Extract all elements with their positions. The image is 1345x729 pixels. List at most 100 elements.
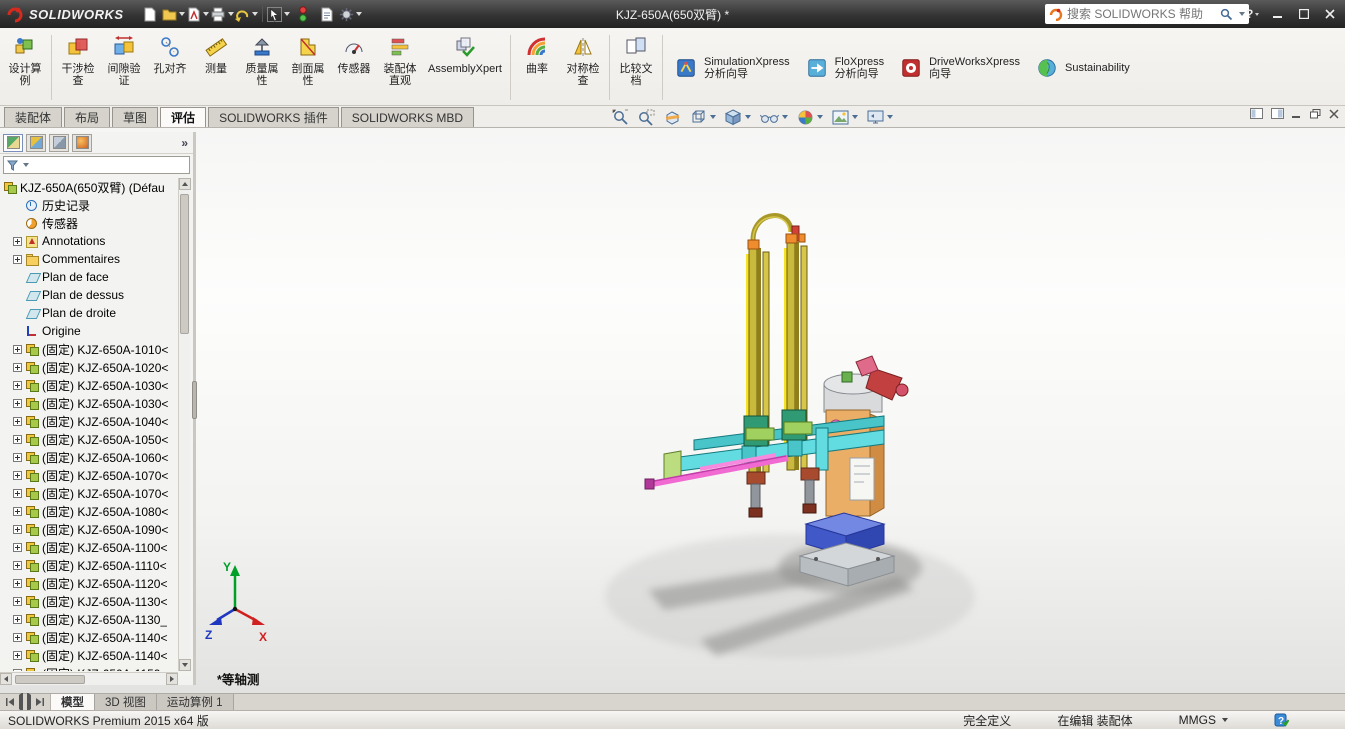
edit-appearance-button[interactable]: [797, 109, 823, 126]
tab-solidworks-addins[interactable]: SOLIDWORKS 插件: [208, 107, 339, 127]
doc-restore-button[interactable]: [1310, 109, 1321, 119]
apply-scene-button[interactable]: [832, 110, 858, 125]
tree-item-history[interactable]: 历史记录: [0, 196, 179, 214]
tree-item-plane-right[interactable]: Plan de droite: [0, 304, 179, 322]
graphics-viewport[interactable]: [0, 128, 1345, 693]
expander-icon[interactable]: [13, 579, 22, 588]
scroll-thumb[interactable]: [180, 194, 189, 334]
expander-icon[interactable]: [13, 381, 22, 390]
tree-item-commentaires[interactable]: Commentaires: [0, 250, 179, 268]
tree-item-component[interactable]: (固定) KJZ-650A-1030<: [0, 376, 179, 394]
expander-icon[interactable]: [13, 417, 22, 426]
ribbon-button-curvature[interactable]: 曲率: [514, 30, 560, 105]
tree-vertical-scrollbar[interactable]: [178, 178, 190, 671]
tree-item-plane-front[interactable]: Plan de face: [0, 268, 179, 286]
tree-item-component[interactable]: (固定) KJZ-650A-1070<: [0, 466, 179, 484]
pane-right-button[interactable]: [1271, 108, 1284, 119]
ribbon-button-clearance-verification[interactable]: 间隙验 证: [101, 30, 147, 105]
help-button[interactable]: ?: [1239, 3, 1265, 25]
doc-close-button[interactable]: [1329, 109, 1339, 119]
tree-root-assembly[interactable]: KJZ-650A(650双臂) (Défau: [0, 178, 179, 196]
help-search-box[interactable]: [1045, 4, 1249, 24]
tree-item-component[interactable]: (固定) KJZ-650A-1030<: [0, 394, 179, 412]
display-style-button[interactable]: [725, 109, 751, 126]
file-properties-button[interactable]: [315, 3, 339, 25]
tab-layout[interactable]: 布局: [64, 107, 110, 127]
zoom-to-area-button[interactable]: [638, 109, 655, 126]
new-document-button[interactable]: [138, 3, 162, 25]
tab-sketch[interactable]: 草图: [112, 107, 158, 127]
tree-item-annotations[interactable]: Annotations: [0, 232, 179, 250]
featuremanager-tree-tab[interactable]: [3, 134, 23, 152]
view-orientation-button[interactable]: [690, 109, 716, 126]
search-input[interactable]: [1067, 7, 1216, 21]
section-view-button[interactable]: [664, 109, 681, 126]
tree-filter-field[interactable]: [3, 156, 190, 174]
open-document-button[interactable]: [162, 3, 186, 25]
tree-item-component[interactable]: (固定) KJZ-650A-1130_: [0, 610, 179, 628]
panel-splitter-handle[interactable]: [192, 381, 197, 419]
ribbon-button-design-study[interactable]: 设计算 例: [2, 30, 48, 105]
tab-assembly[interactable]: 装配体: [4, 107, 62, 127]
expander-icon[interactable]: [13, 633, 22, 642]
undo-button[interactable]: [234, 3, 258, 25]
last-tab-button[interactable]: [35, 698, 44, 706]
tree-item-component[interactable]: (固定) KJZ-650A-1100<: [0, 538, 179, 556]
expander-icon[interactable]: [13, 543, 22, 552]
expander-icon[interactable]: [13, 453, 22, 462]
ribbon-button-hole-alignment[interactable]: 孔对齐: [147, 30, 193, 105]
options-button[interactable]: [339, 3, 363, 25]
ribbon-button-sustainability[interactable]: Sustainability: [1027, 30, 1137, 105]
tree-item-component[interactable]: (固定) KJZ-650A-1060<: [0, 448, 179, 466]
tree-item-plane-top[interactable]: Plan de dessus: [0, 286, 179, 304]
close-button[interactable]: [1317, 3, 1343, 25]
maximize-button[interactable]: [1291, 3, 1317, 25]
scroll-up-button[interactable]: [179, 178, 191, 190]
zoom-fit-button[interactable]: [612, 109, 629, 126]
expander-icon[interactable]: [13, 525, 22, 534]
next-tab-button[interactable]: [27, 695, 31, 709]
tab-evaluate[interactable]: 评估: [160, 107, 206, 127]
ribbon-button-measure[interactable]: 测量: [193, 30, 239, 105]
expander-icon[interactable]: [13, 363, 22, 372]
tab-model[interactable]: 模型: [51, 694, 95, 710]
expander-icon[interactable]: [13, 255, 22, 264]
select-tool-button[interactable]: [267, 3, 291, 25]
tab-3d-views[interactable]: 3D 视图: [95, 694, 157, 710]
expander-icon[interactable]: [13, 669, 22, 672]
units-selector[interactable]: MMGS: [1179, 713, 1228, 727]
expander-icon[interactable]: [13, 237, 22, 246]
tree-item-component[interactable]: (固定) KJZ-650A-1090<: [0, 520, 179, 538]
expander-icon[interactable]: [13, 435, 22, 444]
ribbon-button-sensor[interactable]: 传感器: [331, 30, 377, 105]
propertymanager-tab[interactable]: [26, 134, 46, 152]
ribbon-button-compare-documents[interactable]: 比较文 档: [613, 30, 659, 105]
tree-item-component[interactable]: (固定) KJZ-650A-1010<: [0, 340, 179, 358]
pane-left-button[interactable]: [1250, 108, 1263, 119]
expander-icon[interactable]: [13, 345, 22, 354]
tree-item-component[interactable]: (固定) KJZ-650A-1110<: [0, 556, 179, 574]
expander-icon[interactable]: [13, 561, 22, 570]
expander-icon[interactable]: [13, 651, 22, 660]
tree-item-component[interactable]: (固定) KJZ-650A-1120<: [0, 574, 179, 592]
doc-minimize-button[interactable]: [1292, 109, 1302, 119]
tree-horizontal-scrollbar[interactable]: [0, 672, 178, 685]
tree-item-component[interactable]: (固定) KJZ-650A-1140<: [0, 628, 179, 646]
tree-item-component[interactable]: (固定) KJZ-650A-1070<: [0, 484, 179, 502]
expander-icon[interactable]: [13, 615, 22, 624]
ribbon-button-driveworksxpress[interactable]: DriveWorksXpress 向导: [891, 30, 1027, 105]
expander-icon[interactable]: [13, 489, 22, 498]
expander-icon[interactable]: [13, 507, 22, 516]
expander-icon[interactable]: [13, 597, 22, 606]
tree-item-component[interactable]: (固定) KJZ-650A-1140<: [0, 646, 179, 664]
scroll-right-button[interactable]: [166, 673, 178, 685]
tab-motion-study-1[interactable]: 运动算例 1: [157, 694, 234, 710]
ribbon-button-section-properties[interactable]: 剖面属 性: [285, 30, 331, 105]
displaymanager-tab[interactable]: [72, 134, 92, 152]
make-drawing-button[interactable]: [186, 3, 210, 25]
tree-item-sensors[interactable]: 传感器: [0, 214, 179, 232]
print-button[interactable]: [210, 3, 234, 25]
tree-item-component[interactable]: (固定) KJZ-650A-1080<: [0, 502, 179, 520]
minimize-button[interactable]: [1265, 3, 1291, 25]
ribbon-button-simulationxpress[interactable]: SimulationXpress 分析向导: [666, 30, 797, 105]
